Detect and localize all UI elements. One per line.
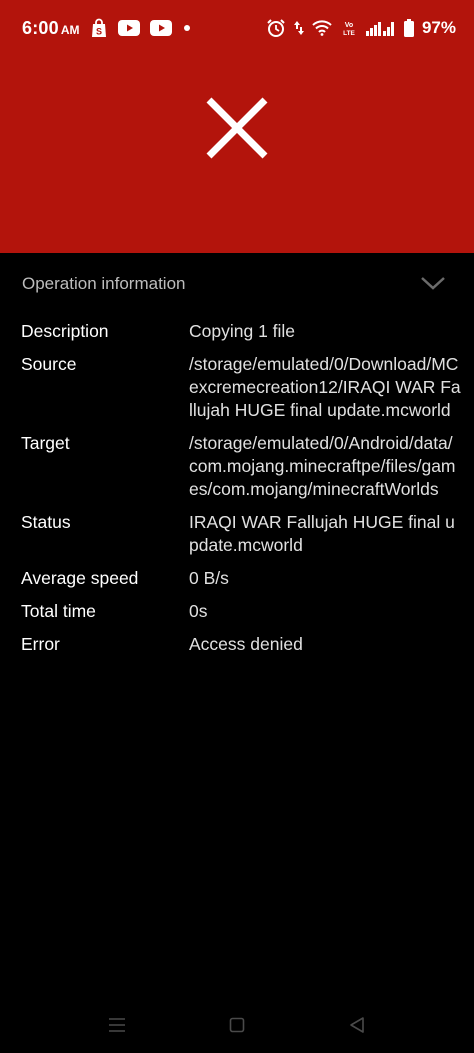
info-label: Average speed xyxy=(21,568,139,588)
status-bar-left: 6:00 AM S xyxy=(22,18,192,39)
info-label: Description xyxy=(21,321,109,341)
info-label: Target xyxy=(21,433,70,453)
battery-percentage: 97% xyxy=(421,18,456,37)
battery-icon xyxy=(403,19,414,37)
alarm-icon xyxy=(266,18,286,38)
clock-time: 6:00 xyxy=(22,17,59,38)
info-value: /storage/emulated/0/Download/MCexcremecr… xyxy=(189,354,461,420)
cellular-signal-icon xyxy=(365,20,396,36)
info-value: 0 B/s xyxy=(189,568,229,588)
info-row-total-time: Total time 0s xyxy=(21,600,461,623)
chevron-down-icon[interactable] xyxy=(420,273,446,293)
info-row-description: Description Copying 1 file xyxy=(21,320,461,343)
info-row-source: Source /storage/emulated/0/Download/MCex… xyxy=(21,353,461,422)
clock-suffix: AM xyxy=(60,22,80,37)
status-bar-right: Vo LTE 97% xyxy=(266,18,456,38)
info-row-average-speed: Average speed 0 B/s xyxy=(21,567,461,590)
info-label: Total time xyxy=(21,601,96,621)
info-row-target: Target /storage/emulated/0/Android/data/… xyxy=(21,432,461,501)
info-value: 0s xyxy=(189,601,208,621)
triangle-back-icon[interactable] xyxy=(342,1010,372,1040)
svg-text:Vo: Vo xyxy=(345,22,353,29)
wifi-icon xyxy=(312,20,332,36)
info-label: Error xyxy=(21,634,60,654)
info-row-status: Status IRAQI WAR Fallujah HUGE final upd… xyxy=(21,511,461,557)
youtube-icon xyxy=(149,20,172,36)
section-title: Operation information xyxy=(22,274,186,293)
header-banner: 6:00 AM S Vo LTE 97% xyxy=(0,0,474,253)
info-label: Source xyxy=(21,354,77,374)
data-transfer-icon xyxy=(293,19,304,37)
info-value: /storage/emulated/0/Android/data/com.moj… xyxy=(189,433,456,499)
shopping-bag-icon: S xyxy=(90,18,108,38)
youtube-icon xyxy=(117,20,140,36)
info-row-error: Error Access denied xyxy=(21,633,461,656)
system-nav-bar xyxy=(0,997,474,1053)
operation-info-list: Description Copying 1 file Source /stora… xyxy=(21,320,461,666)
info-value: IRAQI WAR Fallujah HUGE final update.mcw… xyxy=(189,512,455,555)
status-bar: 6:00 AM S Vo LTE 97% xyxy=(0,0,474,56)
svg-text:LTE: LTE xyxy=(343,30,355,37)
operation-info-header[interactable]: Operation information xyxy=(0,253,474,315)
info-value: Copying 1 file xyxy=(189,321,296,341)
close-x-icon[interactable] xyxy=(205,96,269,160)
more-notifications-dot-icon xyxy=(182,23,192,33)
volte-icon: Vo LTE xyxy=(340,19,358,37)
clock: 6:00 AM xyxy=(22,18,80,39)
info-value: Access denied xyxy=(189,634,303,654)
square-icon[interactable] xyxy=(222,1010,252,1040)
info-label: Status xyxy=(21,512,71,532)
menu-icon[interactable] xyxy=(102,1010,132,1040)
svg-text:S: S xyxy=(95,27,101,37)
